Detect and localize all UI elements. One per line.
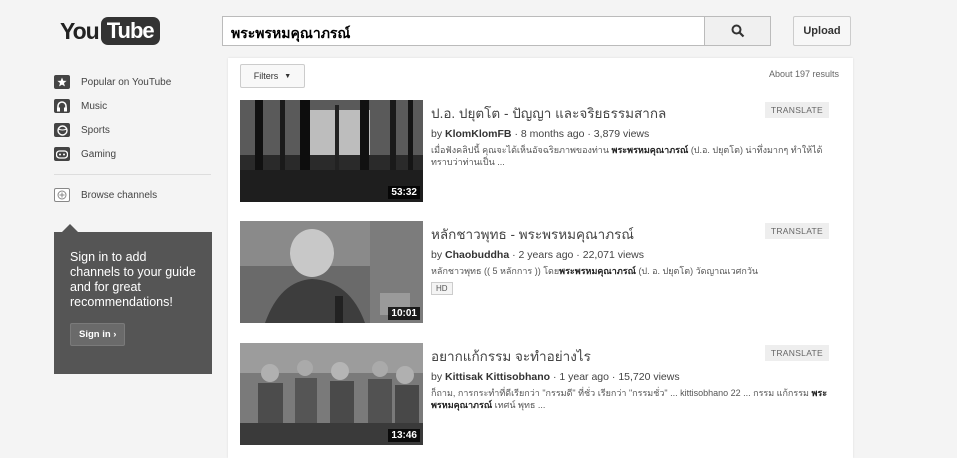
guide-item-music[interactable]: Music — [50, 94, 215, 118]
search-results: Filters ▼ About 197 results 53:32 ป.อ. ป… — [228, 58, 853, 458]
result-item[interactable]: 10:01 หลักชาวพุทธ - พระพรหมคุณาภรณ์ by C… — [240, 221, 845, 329]
filters-button[interactable]: Filters ▼ — [240, 64, 305, 88]
translate-button[interactable]: TRANSLATE — [764, 102, 829, 118]
video-thumbnail[interactable]: 53:32 — [240, 100, 423, 202]
desc-text: เมื่อฟังคลิปนี้ คุณจะได้เห็นอัจฉริยภาพขอ… — [431, 145, 612, 155]
guide-item-label: Browse channels — [81, 189, 158, 201]
guide-item-browse-channels[interactable]: Browse channels — [50, 183, 215, 207]
channel-link[interactable]: Kittisak Kittisobhano — [445, 371, 550, 383]
video-duration: 10:01 — [388, 307, 420, 320]
video-thumbnail[interactable]: 10:01 — [240, 221, 423, 323]
video-meta: by Chaobuddha · 2 years ago · 22,071 vie… — [431, 249, 841, 261]
meta-text: · 2 years ago · 22,071 views — [512, 249, 645, 261]
translate-button[interactable]: TRANSLATE — [764, 345, 829, 361]
video-description: ก็ถาม, การกระทำที่ดีเรียกว่า "กรรมดี" ที… — [431, 387, 841, 411]
desc-text: (ป. อ. ปยุตโต) วัดญาณเวศกวัน — [635, 266, 759, 276]
search-icon — [731, 24, 744, 38]
signin-promo: Sign in to add channels to your guide an… — [54, 224, 212, 374]
hd-badge: HD — [431, 282, 453, 295]
by-label: by — [431, 128, 443, 140]
desc-text: เทศน์ พุทธ ... — [492, 400, 546, 410]
youtube-logo[interactable]: You Tube — [60, 16, 160, 46]
result-item[interactable]: 13:46 อยากแก้กรรม จะทำอย่างไร by Kittisa… — [240, 343, 845, 451]
gamepad-icon — [54, 147, 70, 161]
by-label: by — [431, 249, 443, 261]
guide-item-label: Music — [81, 100, 108, 112]
guide-item-label: Sports — [81, 124, 110, 136]
guide-divider — [54, 174, 211, 175]
headphones-icon — [54, 99, 70, 113]
guide-item-label: Popular on YouTube — [81, 76, 172, 88]
search-query-text: พระพรหมคุณาภรณ์ — [231, 25, 351, 41]
video-description: หลักชาวพุทธ (( 5 หลักการ )) โดยพระพรหมคุ… — [431, 265, 841, 277]
by-label: by — [431, 371, 443, 383]
meta-text: · 8 months ago · 3,879 views — [514, 128, 650, 140]
video-duration: 53:32 — [388, 186, 420, 199]
video-meta: by Kittisak Kittisobhano · 1 year ago · … — [431, 371, 841, 383]
upload-button[interactable]: Upload — [793, 16, 851, 46]
video-description: เมื่อฟังคลิปนี้ คุณจะได้เห็นอัจฉริยภาพขอ… — [431, 144, 841, 168]
masthead: You Tube พระพรหมคุณาภรณ์ Upload — [0, 0, 957, 62]
result-count: About 197 results — [768, 69, 839, 79]
guide-sidebar: Popular on YouTube Music Sports Gaming B… — [50, 70, 215, 207]
desc-text: ก็ถาม, การกระทำที่ดีเรียกว่า "กรรมดี" ที… — [431, 388, 812, 398]
star-icon — [54, 75, 70, 89]
desc-text: หลักชาวพุทธ (( 5 หลักการ )) โดย — [431, 266, 560, 276]
guide-item-sports[interactable]: Sports — [50, 118, 215, 142]
chevron-down-icon: ▼ — [284, 72, 292, 80]
ball-icon — [54, 123, 70, 137]
desc-highlight: พระพรหมคุณาภรณ์ — [611, 145, 689, 155]
video-duration: 13:46 — [388, 429, 420, 442]
guide-item-gaming[interactable]: Gaming — [50, 142, 215, 166]
channel-link[interactable]: Chaobuddha — [445, 249, 509, 261]
logo-tube-text: Tube — [100, 17, 160, 45]
search-input[interactable]: พระพรหมคุณาภรณ์ — [222, 16, 705, 46]
filters-label: Filters — [253, 71, 279, 81]
video-thumbnail[interactable]: 13:46 — [240, 343, 423, 445]
signin-promo-text: Sign in to add channels to your guide an… — [70, 250, 196, 309]
desc-highlight: พระพรหมคุณาภรณ์ — [559, 266, 636, 276]
search-button[interactable] — [705, 16, 771, 46]
logo-you-text: You — [60, 17, 100, 44]
video-meta: by KlomKlomFB · 8 months ago · 3,879 vie… — [431, 128, 841, 140]
sign-in-button[interactable]: Sign in › — [70, 323, 126, 346]
guide-item-popular[interactable]: Popular on YouTube — [50, 70, 215, 94]
translate-button[interactable]: TRANSLATE — [764, 223, 829, 239]
channel-link[interactable]: KlomKlomFB — [445, 128, 512, 140]
plus-icon — [54, 188, 70, 202]
result-item[interactable]: 53:32 ป.อ. ปยุตโต - ปัญญา และจริยธรรมสาก… — [240, 100, 845, 208]
meta-text: · 1 year ago · 15,720 views — [552, 371, 680, 383]
guide-item-label: Gaming — [81, 148, 117, 160]
